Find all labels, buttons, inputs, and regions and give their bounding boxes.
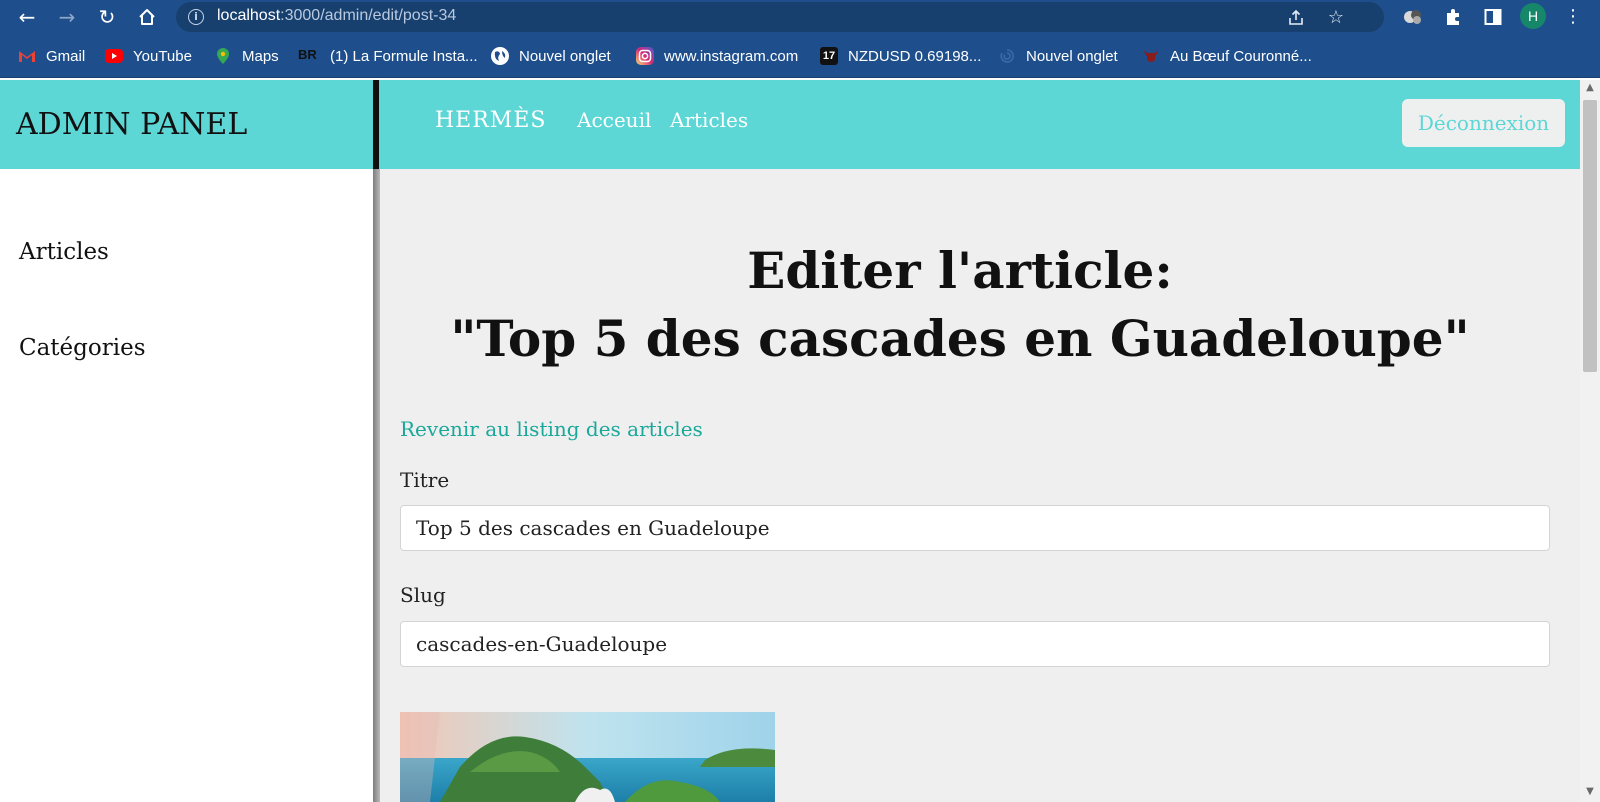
bookmark-label: Au Bœuf Couronné...: [1170, 47, 1312, 65]
more-menu-icon[interactable]: ⋮: [1560, 4, 1586, 30]
main-content: Editer l'article: "Top 5 des cascades en…: [380, 169, 1580, 802]
bookmark-nouvel-onglet-1[interactable]: Nouvel onglet: [491, 46, 611, 66]
extension-icon[interactable]: [1400, 4, 1426, 30]
bookmark-label: www.instagram.com: [664, 47, 799, 65]
url-path: :3000/admin/edit/post-34: [280, 7, 457, 24]
profile-avatar[interactable]: H: [1520, 3, 1546, 29]
site-info-icon[interactable]: i: [188, 9, 204, 25]
logout-button[interactable]: Déconnexion: [1402, 99, 1565, 147]
swirl-icon: [998, 47, 1016, 65]
bull-icon: [1142, 47, 1160, 65]
bookmark-label: (1) La Formule Insta...: [330, 47, 478, 65]
share-icon[interactable]: [1284, 6, 1308, 30]
tradingview-icon: 17: [820, 47, 838, 65]
bookmark-label: NZDUSD 0.69198...: [848, 47, 982, 65]
bookmark-maps[interactable]: Maps: [214, 46, 279, 66]
bookmarks-bar: Gmail YouTube Maps BR (1) La Formule Inst…: [0, 34, 1600, 78]
bookmark-youtube[interactable]: YouTube: [105, 46, 192, 66]
admin-panel-title: ADMIN PANEL: [16, 107, 248, 142]
gmail-icon: [18, 47, 36, 65]
page-title-line-2: "Top 5 des cascades en Guadeloupe": [450, 309, 1470, 368]
brand-logo[interactable]: HERMÈS: [435, 108, 546, 133]
bookmark-nzdusd[interactable]: 17 NZDUSD 0.69198...: [820, 46, 981, 66]
url-host: localhost: [217, 7, 281, 24]
bookmark-gmail[interactable]: Gmail: [18, 46, 85, 66]
bookmark-label: Gmail: [46, 47, 86, 65]
scroll-down-arrow-icon[interactable]: ▼: [1580, 784, 1600, 800]
back-arrow-icon[interactable]: ←: [14, 4, 40, 30]
article-cover-image: [400, 712, 775, 802]
slug-field-label: Slug: [400, 583, 446, 607]
sidebar-item-categories[interactable]: Catégories: [19, 335, 146, 361]
sidebar: Articles Catégories: [0, 169, 376, 802]
instagram-icon: [636, 47, 654, 65]
bookmark-label: Nouvel onglet: [1026, 47, 1118, 65]
sidebar-shadow: [373, 169, 380, 802]
bookmark-instagram[interactable]: www.instagram.com: [636, 46, 798, 66]
address-bar[interactable]: i localhost:3000/admin/edit/post-34 ☆: [176, 2, 1384, 32]
side-panel-icon[interactable]: [1480, 4, 1506, 30]
page-title-line-1: Editer l'article:: [747, 241, 1173, 300]
bookmark-label: YouTube: [133, 47, 192, 65]
nav-link-articles[interactable]: Articles: [670, 108, 748, 132]
title-field-label: Titre: [400, 468, 450, 492]
globe-icon: [491, 47, 509, 65]
bookmark-nouvel-onglet-2[interactable]: Nouvel onglet: [998, 46, 1118, 66]
puzzle-icon[interactable]: [1440, 4, 1466, 30]
maps-icon: [214, 47, 232, 65]
forward-arrow-icon[interactable]: →: [54, 4, 80, 30]
scroll-up-arrow-icon[interactable]: ▲: [1580, 80, 1600, 96]
bookmark-label: Nouvel onglet: [519, 47, 611, 65]
back-to-articles-link[interactable]: Revenir au listing des articles: [400, 417, 703, 441]
br-icon: BR: [298, 47, 317, 62]
title-field[interactable]: [400, 505, 1550, 551]
admin-header-left: ADMIN PANEL: [0, 80, 376, 169]
bookmark-au-boeuf[interactable]: Au Bœuf Couronné...: [1142, 46, 1312, 66]
page-title: Editer l'article: "Top 5 des cascades en…: [380, 237, 1540, 373]
reload-icon[interactable]: ↻: [94, 4, 120, 30]
bookmark-star-icon[interactable]: ☆: [1324, 6, 1348, 30]
address-url[interactable]: localhost:3000/admin/edit/post-34: [217, 7, 456, 25]
youtube-icon: [105, 49, 123, 63]
admin-navbar: HERMÈS Acceuil Articles Déconnexion: [379, 80, 1580, 169]
scrollbar-thumb[interactable]: [1583, 100, 1597, 372]
bookmark-label: Maps: [242, 47, 279, 65]
sidebar-item-articles[interactable]: Articles: [19, 239, 109, 265]
browser-toolbar: ← → ↻ i localhost:3000/admin/edit/post-3…: [0, 0, 1600, 34]
bookmark-la-formule[interactable]: BR (1) La Formule Insta...: [298, 46, 478, 66]
slug-field[interactable]: [400, 621, 1550, 667]
home-icon[interactable]: [134, 4, 160, 30]
page-scrollbar[interactable]: ▲ ▼: [1580, 80, 1600, 802]
nav-link-acceuil[interactable]: Acceuil: [577, 108, 651, 132]
